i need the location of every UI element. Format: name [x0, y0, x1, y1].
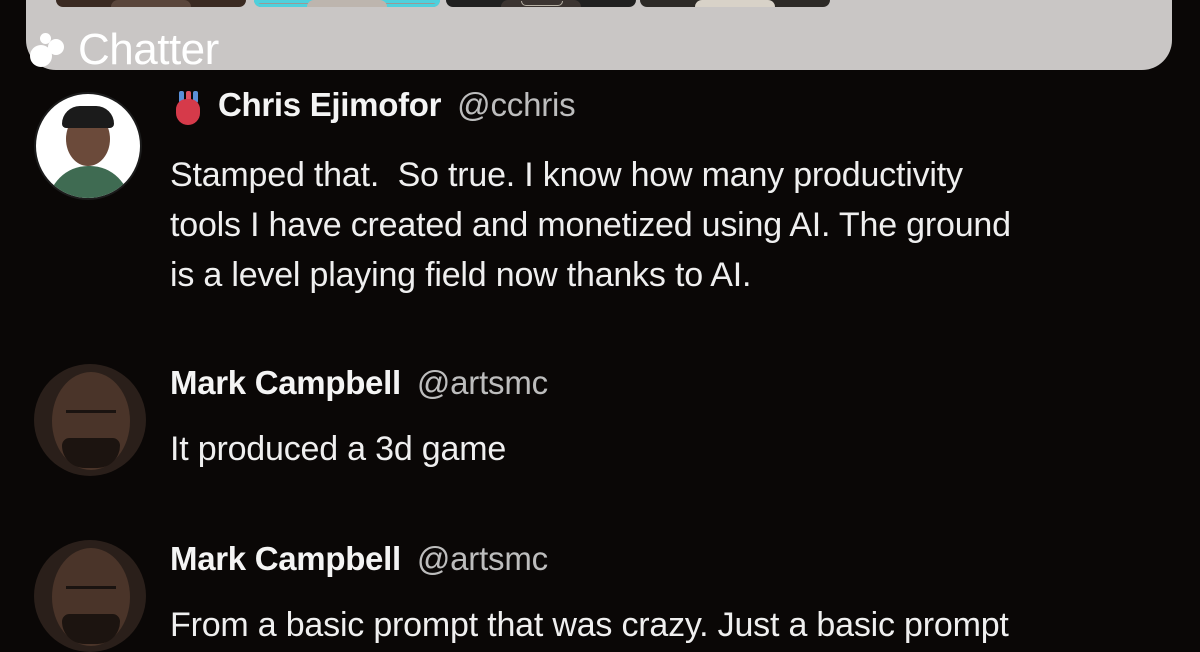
message-header: Chris Ejimofor @cchris	[170, 86, 1160, 132]
message-body: Mark Campbell @artsmc It produced a 3d g…	[170, 364, 1160, 474]
author-name[interactable]: Chris Ejimofor	[218, 86, 441, 124]
message-text: It produced a 3d game	[170, 430, 507, 468]
avatar-portrait-beard	[62, 438, 120, 468]
author-name[interactable]: Mark Campbell	[170, 540, 401, 578]
message-text: Stamped that. So true. I know how many p…	[170, 156, 1011, 294]
author-handle[interactable]: @artsmc	[417, 540, 548, 578]
message-header: Mark Campbell @artsmc	[170, 540, 1160, 586]
avatar[interactable]	[34, 364, 146, 476]
avatar[interactable]	[36, 94, 140, 198]
author-name[interactable]: Mark Campbell	[170, 364, 401, 402]
avatar-portrait-body	[48, 166, 130, 198]
message-header: Mark Campbell @artsmc	[170, 364, 1160, 410]
message-text: From a basic prompt that was crazy. Just…	[170, 606, 1009, 644]
message-body: Chris Ejimofor @cchris Stamped that. So …	[170, 86, 1160, 300]
author-handle[interactable]: @artsmc	[417, 364, 548, 402]
avatar-portrait-beard	[62, 614, 120, 644]
anatomical-heart-icon	[170, 89, 204, 129]
avatar-portrait-eyes	[66, 586, 116, 597]
avatar[interactable]	[34, 540, 146, 652]
author-handle[interactable]: @cchris	[457, 86, 575, 124]
message-body: Mark Campbell @artsmc From a basic promp…	[170, 540, 1160, 650]
avatar-portrait-eyes	[66, 410, 116, 421]
avatar-portrait-cap	[62, 106, 114, 128]
chat-message-list: Chris Ejimofor @cchris Stamped that. So …	[0, 0, 1200, 652]
